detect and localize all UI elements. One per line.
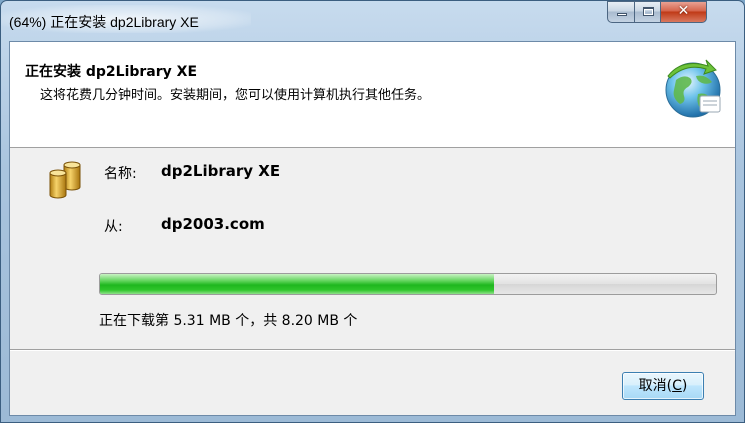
dialog-client: 正在安装 dp2Library XE 这将花费几分钟时间。安装期间，您可以使用计… bbox=[9, 41, 736, 416]
footer-divider bbox=[10, 349, 735, 351]
close-button[interactable]: ✕ bbox=[660, 1, 707, 23]
header-title: 正在安装 dp2Library XE bbox=[25, 64, 198, 80]
cancel-label: 取消( bbox=[638, 378, 673, 394]
download-status: 正在下载第 5.31 MB 个，共 8.20 MB 个 bbox=[99, 313, 358, 329]
minimize-button[interactable] bbox=[607, 1, 635, 23]
globe-install-icon bbox=[665, 59, 721, 118]
maximize-button[interactable] bbox=[634, 1, 661, 23]
close-icon: ✕ bbox=[677, 3, 690, 19]
cancel-button[interactable]: 取消(C) bbox=[622, 372, 704, 400]
from-value: dp2003.com bbox=[161, 215, 265, 233]
header-subtitle: 这将花费几分钟时间。安装期间，您可以使用计算机执行其他任务。 bbox=[40, 88, 431, 103]
installer-window: (64%) 正在安装 dp2Library XE ✕ 正在安装 dp2Libra… bbox=[0, 0, 745, 423]
cancel-accelerator: C bbox=[672, 378, 682, 394]
title-bar[interactable]: (64%) 正在安装 dp2Library XE ✕ bbox=[1, 1, 744, 41]
cancel-label-tail: ) bbox=[681, 378, 688, 394]
progress-fill bbox=[100, 274, 495, 294]
maximize-icon bbox=[643, 7, 654, 16]
name-label: 名称: bbox=[104, 166, 137, 182]
database-icon bbox=[49, 161, 81, 199]
from-label: 从: bbox=[104, 219, 123, 235]
dialog-header: 正在安装 dp2Library XE 这将花费几分钟时间。安装期间，您可以使用计… bbox=[10, 42, 735, 148]
window-title: (64%) 正在安装 dp2Library XE bbox=[9, 14, 199, 30]
name-value: dp2Library XE bbox=[161, 162, 281, 180]
minimize-icon bbox=[617, 13, 627, 16]
download-progress-bar bbox=[99, 273, 717, 295]
